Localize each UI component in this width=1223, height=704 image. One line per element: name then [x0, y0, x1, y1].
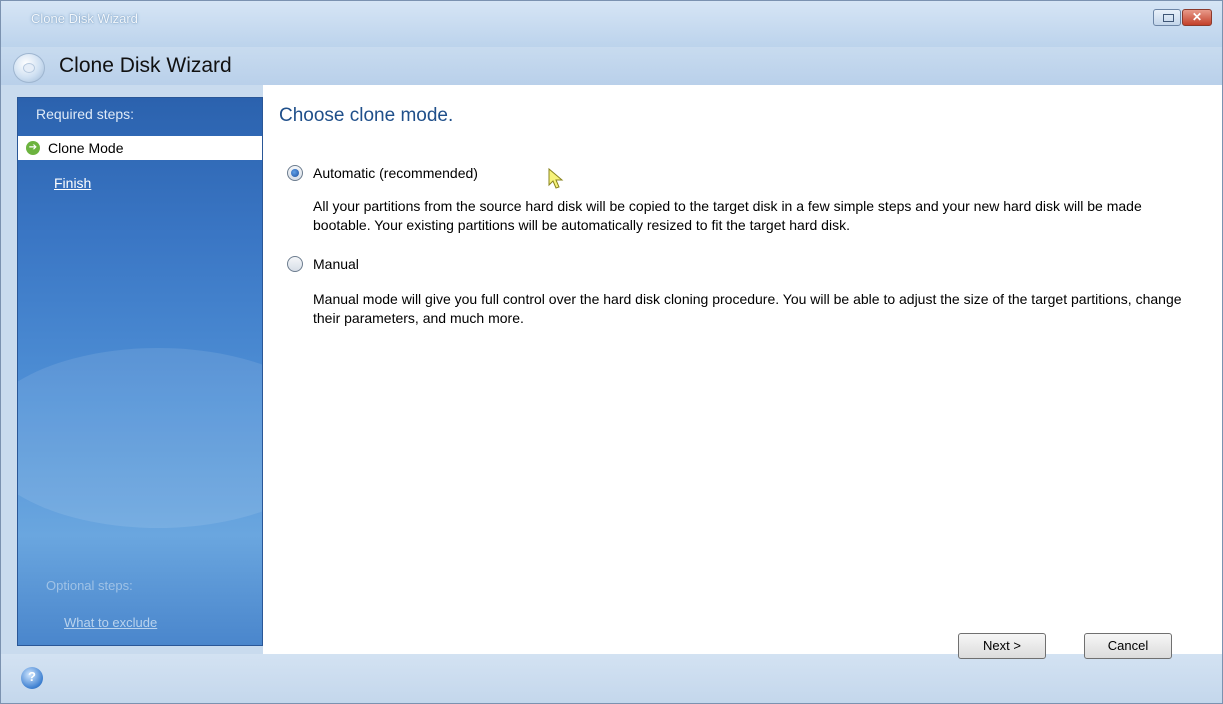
clone-disk-wizard-window: Clone Disk Wizard ✕ Clone Disk Wizard Re…	[0, 0, 1223, 704]
cancel-button[interactable]: Cancel	[1084, 633, 1172, 659]
sidebar-item-clone-mode[interactable]: ➔ Clone Mode	[18, 136, 262, 160]
required-steps-label: Required steps:	[36, 106, 135, 122]
manual-option-label[interactable]: Manual	[313, 256, 359, 272]
manual-radio[interactable]	[287, 256, 303, 272]
title-bar: Clone Disk Wizard ✕	[1, 1, 1222, 47]
restore-button[interactable]	[1153, 9, 1181, 26]
next-button[interactable]: Next >	[958, 633, 1046, 659]
window-title: Clone Disk Wizard	[31, 11, 138, 26]
sidebar-decoration	[18, 348, 262, 528]
automatic-description: All your partitions from the source hard…	[313, 198, 1142, 233]
help-icon[interactable]	[21, 667, 43, 689]
manual-description: Manual mode will give you full control o…	[313, 291, 1182, 326]
mouse-cursor-icon	[548, 167, 564, 189]
close-button[interactable]: ✕	[1182, 9, 1212, 26]
automatic-option-label[interactable]: Automatic (recommended)	[313, 165, 478, 181]
disk-icon	[13, 53, 45, 83]
automatic-radio[interactable]	[287, 165, 303, 181]
page-title: Choose clone mode.	[279, 105, 454, 126]
wizard-footer	[1, 654, 1222, 703]
sidebar-item-finish[interactable]: Finish	[54, 175, 91, 191]
close-icon: ✕	[1191, 10, 1203, 24]
main-content: Choose clone mode. Automatic (recommende…	[263, 85, 1222, 654]
current-step-arrow-icon: ➔	[26, 141, 40, 155]
optional-steps-label: Optional steps:	[46, 578, 133, 593]
sidebar-item-label: Clone Mode	[48, 140, 124, 156]
steps-sidebar: Required steps: ➔ Clone Mode Finish Opti…	[17, 97, 263, 646]
wizard-title: Clone Disk Wizard	[59, 54, 232, 77]
restore-icon	[1163, 14, 1174, 22]
sidebar-item-what-to-exclude[interactable]: What to exclude	[64, 615, 157, 630]
wizard-header: Clone Disk Wizard	[1, 47, 1222, 85]
